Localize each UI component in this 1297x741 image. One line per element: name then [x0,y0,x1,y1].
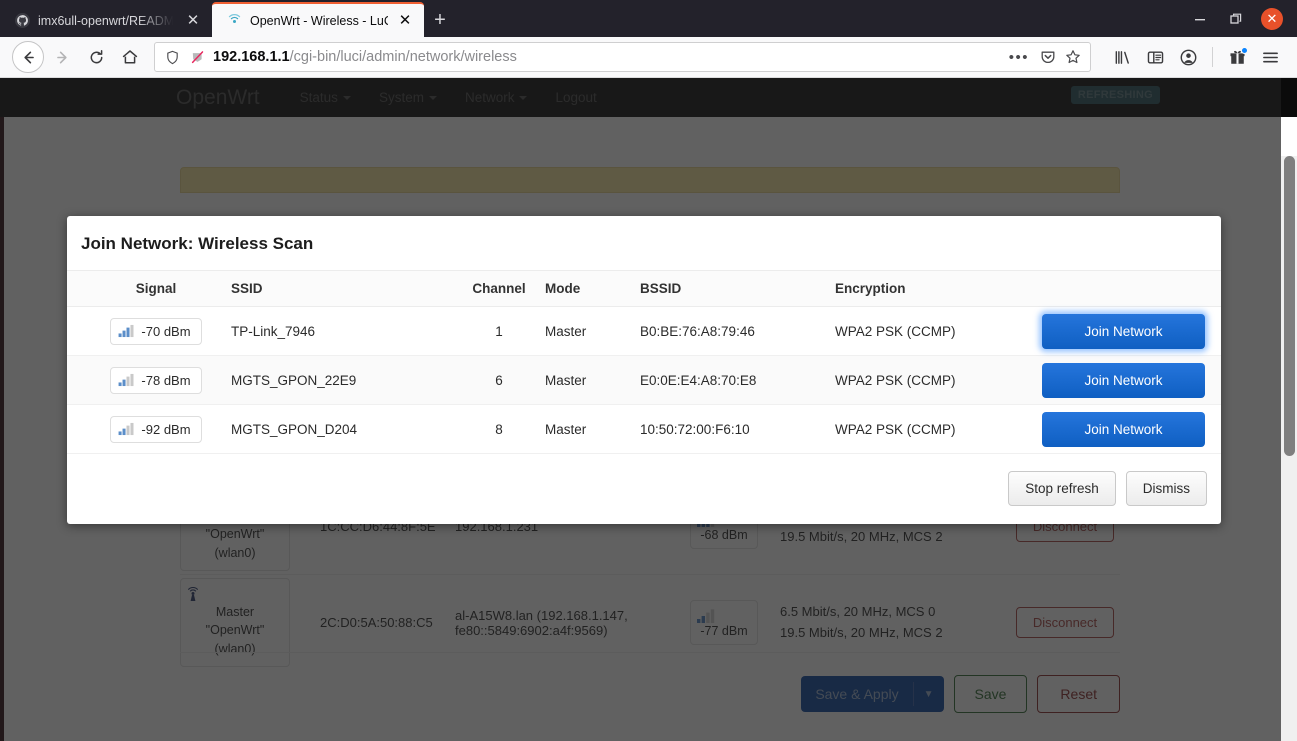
scan-bssid: E0:0E:E4:A8:70:E8 [640,372,757,388]
new-tab-button[interactable]: + [424,4,456,36]
navigation-toolbar: 192.168.1.1/cgi-bin/luci/admin/network/w… [0,37,1297,78]
column-channel: Channel [472,281,526,296]
gift-icon[interactable] [1222,42,1252,72]
url-path: /cgi-bin/luci/admin/network/wireless [289,49,517,65]
tracking-protection-off-icon[interactable] [188,50,206,65]
signal-value: -70 dBm [141,323,191,339]
signal-bars-icon [118,324,135,338]
signal-value: -78 dBm [141,372,191,388]
window-close-button[interactable]: ✕ [1261,7,1283,30]
url-bar[interactable]: 192.168.1.1/cgi-bin/luci/admin/network/w… [154,42,1091,72]
signal-pill: -78 dBm [110,366,202,394]
scan-signal-cell: -92 dBm [81,415,231,443]
tab-strip: imx6ull-openwrt/README ✕ OpenWrt - Wirel… [0,0,1297,37]
signal-pill: -92 dBm [110,415,202,443]
signal-bars-icon [118,373,135,387]
scrollbar-thumb[interactable] [1284,156,1295,456]
browser-tab-2[interactable]: OpenWrt - Wireless - LuCI ✕ [212,2,424,37]
signal-bars-icon [118,422,135,436]
join-network-button[interactable]: Join Network [1042,313,1205,349]
close-icon[interactable]: ✕ [184,12,202,30]
browser-window: imx6ull-openwrt/README ✕ OpenWrt - Wirel… [0,0,1297,741]
pocket-icon[interactable] [1039,49,1057,65]
wireless-scan-modal: Join Network: Wireless Scan Signal SSID … [67,216,1221,524]
signal-value: -92 dBm [141,421,191,437]
github-icon [14,13,30,29]
scan-signal-cell: -78 dBm [81,366,231,394]
scan-signal-cell: -70 dBm [81,317,231,345]
column-ssid: SSID [231,281,263,296]
page-viewport: OpenWrt Status System Network Logout REF… [0,78,1297,741]
menu-icon[interactable] [1255,42,1285,72]
scan-channel: 1 [495,323,503,339]
scan-encryption: WPA2 PSK (CCMP) [835,421,956,437]
back-button[interactable] [12,41,44,73]
window-controls: ✕ [1189,0,1297,37]
toolbar-separator [1212,47,1213,67]
modal-title: Join Network: Wireless Scan [81,234,314,253]
star-icon[interactable] [1064,49,1082,65]
scan-bssid: B0:BE:76:A8:79:46 [640,323,755,339]
scan-action-cell: Join Network [1035,411,1207,447]
scan-channel: 8 [495,421,503,437]
scan-bssid: 10:50:72:00:F6:10 [640,421,750,437]
stop-refresh-button[interactable]: Stop refresh [1008,471,1116,506]
scan-mode: Master [545,372,587,388]
close-icon[interactable]: ✕ [396,12,414,30]
join-network-button[interactable]: Join Network [1042,411,1205,447]
column-signal: Signal [135,281,177,296]
scan-ssid: MGTS_GPON_D204 [231,421,358,437]
scan-mode: Master [545,421,587,437]
scan-action-cell: Join Network [1035,362,1207,398]
browser-toolbar-icons [1101,42,1285,72]
home-button[interactable] [114,41,146,73]
url-text: 192.168.1.1/cgi-bin/luci/admin/network/w… [213,49,999,65]
url-host: 192.168.1.1 [213,49,290,65]
column-mode: Mode [545,281,581,296]
page-scrollbar[interactable] [1281,156,1297,741]
account-icon[interactable] [1173,42,1203,72]
signal-pill: -70 dBm [110,317,202,345]
browser-tab-2-title: OpenWrt - Wireless - LuCI [250,13,388,28]
sidebar-icon[interactable] [1140,42,1170,72]
notification-badge [1241,47,1248,54]
table-row: -92 dBm MGTS_GPON_D204 8 Master 10:50:72… [67,405,1221,454]
table-row: -78 dBm MGTS_GPON_22E9 6 Master E0:0E:E4… [67,356,1221,405]
library-icon[interactable] [1107,42,1137,72]
page-actions-icon[interactable]: ••• [1006,49,1032,66]
scan-action-cell: Join Network [1035,313,1207,349]
wireless-icon [226,13,242,29]
forward-button[interactable] [46,41,78,73]
scan-ssid: TP-Link_7946 [231,323,316,339]
dismiss-button[interactable]: Dismiss [1125,471,1207,506]
column-encryption: Encryption [835,281,906,296]
scan-table-header: Signal SSID Channel Mode BSSID Encryptio… [67,270,1221,307]
scan-mode: Master [545,323,587,339]
scan-encryption: WPA2 PSK (CCMP) [835,372,956,388]
modal-footer: Stop refresh Dismiss [67,454,1221,524]
browser-tab-1[interactable]: imx6ull-openwrt/README ✕ [0,4,212,37]
join-network-button[interactable]: Join Network [1042,362,1205,398]
table-row: -70 dBm TP-Link_7946 1 Master B0:BE:76:A… [67,307,1221,356]
scan-encryption: WPA2 PSK (CCMP) [835,323,956,339]
browser-tab-1-title: imx6ull-openwrt/README [38,13,176,28]
maximize-icon[interactable] [1225,8,1247,30]
minimize-icon[interactable] [1189,8,1211,30]
scan-channel: 6 [495,372,503,388]
column-bssid: BSSID [640,281,682,296]
reload-button[interactable] [80,41,112,73]
shield-icon[interactable] [163,50,181,65]
scan-ssid: MGTS_GPON_22E9 [231,372,357,388]
